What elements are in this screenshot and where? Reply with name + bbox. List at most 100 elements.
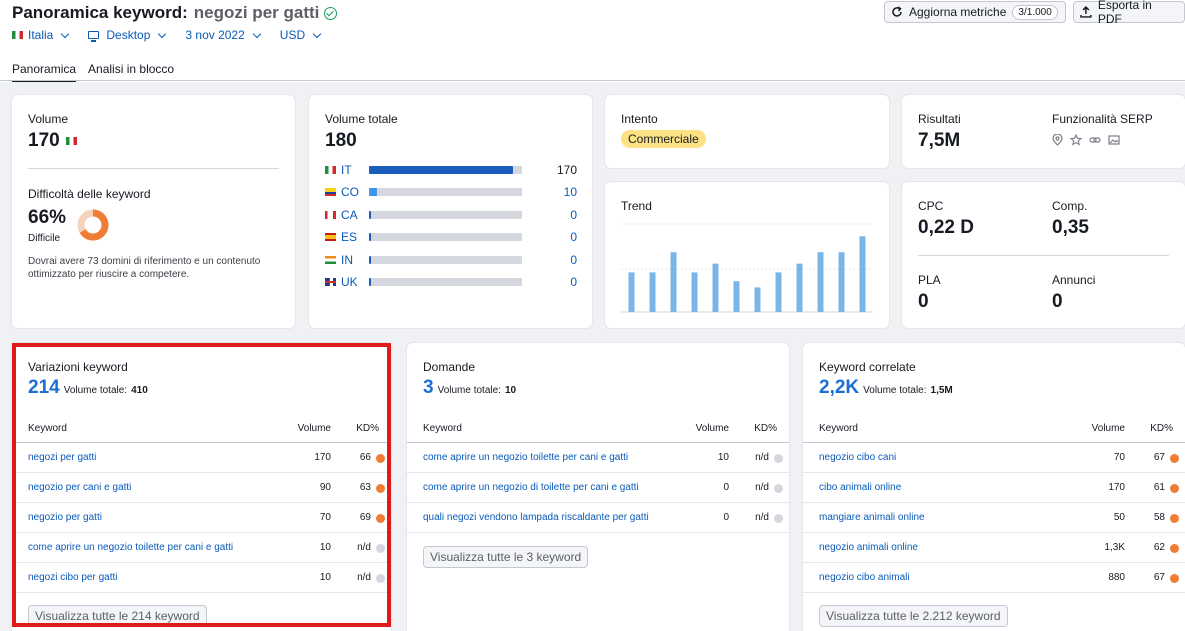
volume-cell: 880 — [1108, 572, 1125, 583]
country-volume-value[interactable]: 10 — [547, 185, 577, 199]
variations-count[interactable]: 214 — [28, 377, 60, 399]
view-all-questions-button[interactable]: Visualizza tutte le 3 keyword — [423, 546, 589, 568]
total-volume-caption: Volume totale: — [863, 385, 927, 396]
questions-count[interactable]: 3 — [423, 377, 434, 399]
ads-value: 0 — [1052, 291, 1063, 312]
country-code[interactable]: CA — [341, 208, 358, 222]
related-label: Keyword correlate — [819, 360, 916, 374]
country-volume-value[interactable]: 0 — [547, 253, 577, 267]
volume-bar-track — [369, 278, 522, 286]
view-all-variations-button[interactable]: Visualizza tutte le 214 keyword — [28, 605, 207, 627]
country-code[interactable]: IT — [341, 163, 352, 177]
col-kd: KD% — [1150, 423, 1173, 434]
country-volume-value[interactable]: 0 — [547, 230, 577, 244]
country-volume-value[interactable]: 0 — [547, 208, 577, 222]
country-volume-value[interactable]: 0 — [547, 275, 577, 289]
update-metrics-button[interactable]: Aggiorna metriche 3/1.000 — [884, 1, 1066, 23]
total-volume-value: 180 — [325, 130, 357, 151]
device-select[interactable]: Desktop — [88, 28, 167, 42]
volume-cell: 10 — [319, 572, 331, 583]
variations-total: 410 — [131, 385, 148, 396]
kd-description: Dovrai avere 73 domini di riferimento e … — [28, 255, 260, 281]
upload-icon — [1080, 6, 1092, 18]
keyword-link[interactable]: negozi per gatti — [28, 452, 96, 463]
refresh-icon — [892, 6, 902, 17]
country-code[interactable]: IN — [341, 253, 353, 267]
results-label: Risultati — [918, 112, 961, 126]
view-all-related-button[interactable]: Visualizza tutte le 2.212 keyword — [819, 605, 1008, 627]
keyword-link[interactable]: negozio per cani e gatti — [28, 482, 131, 493]
volume-value: 170 — [28, 130, 60, 151]
trend-bar — [691, 272, 698, 312]
related-count[interactable]: 2,2K — [819, 377, 859, 399]
volume-difficulty-card: Volume 170 Difficoltà delle keyword 66% … — [12, 95, 295, 328]
related-count-row: 2,2K Volume totale: 1,5M — [819, 377, 953, 399]
volume-cell: 70 — [1113, 452, 1125, 463]
kd-indicator-dot — [376, 454, 385, 463]
tab-analisi-in-blocco[interactable]: Analisi in blocco — [88, 62, 174, 82]
card-divider — [918, 255, 1169, 256]
country-code[interactable]: UK — [341, 275, 358, 289]
kd-cell: 62 — [1153, 542, 1165, 553]
keyword-link[interactable]: negozio cibo animali — [819, 572, 910, 583]
volume-cell: 10 — [319, 542, 331, 553]
device-label: Desktop — [106, 28, 151, 42]
country-code[interactable]: CO — [341, 185, 359, 199]
keyword-link[interactable]: come aprire un negozio toilette per cani… — [28, 542, 233, 553]
tab-panoramica[interactable]: Panoramica — [12, 62, 77, 82]
table-row: negozio cibo animali 880 67 — [803, 563, 1185, 593]
country-label: Italia — [28, 28, 54, 42]
keyword-link[interactable]: come aprire un negozio toilette per cani… — [423, 452, 628, 463]
country-select[interactable]: Italia — [12, 28, 70, 42]
uk-flag-icon — [325, 278, 336, 286]
trend-bar — [775, 272, 782, 312]
kd-cell: 66 — [359, 452, 371, 463]
kd-cell: n/d — [357, 542, 371, 553]
comp-value: 0,35 — [1052, 217, 1089, 238]
kd-cell: n/d — [357, 572, 371, 583]
related-keywords-card: Keyword correlate 2,2K Volume totale: 1,… — [803, 343, 1185, 631]
serp-feature-icons — [1052, 134, 1120, 146]
volume-bar-fill — [369, 166, 513, 174]
header-divider — [0, 80, 1185, 81]
keyword-link[interactable]: negozio cibo cani — [819, 452, 896, 463]
kd-indicator-dot — [774, 454, 783, 463]
country-row-it: IT 170 — [325, 163, 577, 177]
keyword-link[interactable]: cibo animali online — [819, 482, 901, 493]
keyword-link[interactable]: mangiare animali online — [819, 512, 925, 523]
intent-card: Intento Commerciale — [605, 95, 889, 168]
table-row: cibo animali online 170 61 — [803, 473, 1185, 503]
currency-select[interactable]: USD — [280, 28, 322, 42]
co-flag-icon — [325, 188, 336, 197]
keyword-link[interactable]: negozio animali online — [819, 542, 918, 553]
questions-label: Domande — [423, 360, 476, 374]
total-volume-card: Volume totale 180 IT 170 CO 10 CA 0 ES 0 IN 0 UK 0 — [309, 95, 592, 328]
ads-label: Annunci — [1052, 273, 1096, 287]
col-kd: KD% — [356, 423, 379, 434]
title-prefix: Panoramica keyword: — [12, 3, 188, 22]
table-header: Keyword Volume KD% — [407, 413, 789, 443]
volume-cell: 70 — [319, 512, 331, 523]
volume-bar-track — [369, 255, 522, 264]
kd-cell: n/d — [755, 482, 769, 493]
col-keyword: Keyword — [28, 423, 67, 434]
col-volume: Volume — [297, 423, 331, 434]
card-divider — [28, 168, 279, 169]
keyword-link[interactable]: come aprire un negozio di toilette per c… — [423, 482, 639, 493]
date-select[interactable]: 3 nov 2022 — [185, 28, 262, 42]
kd-indicator-dot — [774, 514, 783, 523]
col-keyword: Keyword — [423, 423, 462, 434]
export-pdf-label: Esporta in PDF — [1097, 0, 1152, 26]
keyword-link[interactable]: quali negozi vendono lampada riscaldante… — [423, 512, 649, 523]
country-row-in: IN 0 — [325, 253, 577, 267]
check-circle-icon — [324, 6, 338, 20]
keyword-link[interactable]: negozi cibo per gatti — [28, 572, 118, 583]
country-code[interactable]: ES — [341, 230, 357, 244]
country-row-es: ES 0 — [325, 230, 577, 244]
keyword-link[interactable]: negozio per gatti — [28, 512, 102, 523]
kd-cell: 63 — [359, 482, 371, 493]
kd-cell: 67 — [1153, 452, 1165, 463]
kd-description-line-1: Dovrai avere 73 domini di riferimento e … — [28, 256, 261, 267]
volume-bar-fill — [369, 210, 371, 219]
export-pdf-button[interactable]: Esporta in PDF — [1073, 0, 1185, 26]
